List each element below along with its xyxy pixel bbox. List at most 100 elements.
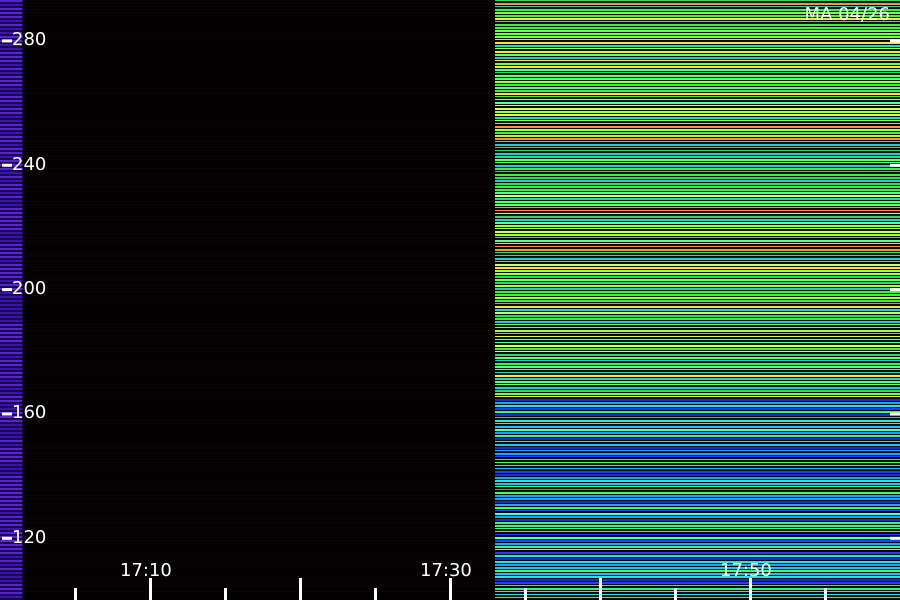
segment-low-stripe: [0, 84, 23, 86]
segment-low-stripe: [0, 224, 23, 226]
x-tick-label: 17:30: [420, 560, 472, 581]
segment-active-stripe: [495, 426, 900, 428]
segment-low-stripe: [0, 76, 23, 78]
segment-active-stripe: [495, 522, 900, 524]
segment-low-stripe: [0, 468, 23, 470]
segment-active-stripe: [495, 588, 900, 590]
spectrogram-plot: [0, 0, 900, 600]
y-tick-right-280: [890, 39, 900, 43]
segment-low-stripe: [0, 128, 23, 130]
x-tick-major: [149, 578, 152, 600]
segment-quiet-stripe: [22, 300, 495, 301]
segment-active-stripe: [495, 36, 900, 38]
segment-low-stripe: [0, 464, 23, 466]
segment-low-stripe: [0, 348, 23, 350]
x-tick-major: [599, 578, 602, 600]
segment-active-stripe: [495, 309, 900, 311]
segment-low-stripe: [0, 388, 23, 390]
segment-low-stripe: [0, 456, 23, 458]
segment-active-stripe: [495, 303, 900, 304]
segment-active-stripe: [495, 327, 900, 328]
segment-active-stripe: [495, 150, 900, 151]
segment-active-stripe: [495, 201, 900, 203]
segment-active-stripe: [495, 291, 900, 293]
segment-active-stripe: [495, 375, 900, 377]
segment-low-stripe: [0, 472, 23, 474]
segment-low-stripe: [0, 216, 23, 218]
segment-active-stripe: [495, 381, 900, 383]
segment-active-stripe: [495, 87, 900, 89]
segment-active-stripe: [495, 390, 900, 392]
segment-low-stripe: [0, 444, 23, 446]
segment-quiet-stripe: [22, 168, 495, 169]
segment-low-stripe: [0, 476, 23, 478]
segment-quiet-stripe: [22, 495, 495, 496]
segment-active-stripe: [495, 417, 900, 418]
segment-active-stripe: [495, 423, 900, 424]
segment-quiet-stripe: [22, 204, 495, 205]
segment-low-stripe: [0, 68, 23, 70]
y-tick-right-240: [890, 163, 900, 167]
segment-quiet-stripe: [22, 285, 495, 286]
segment-active-stripe: [495, 366, 900, 368]
segment-active-stripe: [495, 42, 900, 44]
segment-active-stripe: [495, 471, 900, 473]
segment-active-stripe: [495, 462, 900, 463]
segment-active-stripe: [495, 174, 900, 176]
segment-active-stripe: [495, 186, 900, 188]
segment-low-stripe: [0, 148, 23, 150]
segment-quiet-stripe: [22, 537, 495, 538]
segment-active-stripe: [495, 147, 900, 148]
segment-quiet-stripe: [22, 279, 495, 280]
segment-low-stripe: [0, 432, 23, 434]
segment-active-stripe: [495, 549, 900, 550]
segment-active-stripe: [495, 456, 900, 457]
segment-quiet-stripe: [22, 240, 495, 241]
segment-low-stripe: [0, 204, 23, 206]
segment-active-stripe: [495, 369, 900, 370]
y-tick-right-120: [890, 536, 900, 540]
segment-quiet-stripe: [22, 270, 495, 271]
segment-low-stripe: [0, 56, 23, 58]
segment-active-stripe: [495, 384, 900, 385]
y-tick-label-200: 200: [12, 278, 47, 300]
segment-low-stripe: [0, 20, 23, 22]
segment-active-stripe: [495, 264, 900, 266]
segment-active-stripe: [495, 501, 900, 503]
segment-low-stripe: [0, 376, 23, 378]
segment-low-stripe: [0, 460, 23, 462]
segment-active-stripe: [495, 531, 900, 532]
segment-low-stripe: [0, 384, 23, 386]
segment-low-stripe: [0, 132, 23, 134]
segment-active-stripe: [495, 336, 900, 337]
segment-active-stripe: [495, 348, 900, 350]
segment-low-stripe: [0, 108, 23, 110]
segment-active-stripe: [495, 39, 900, 40]
segment-active-stripe: [495, 177, 900, 179]
y-tick-label-240: 240: [12, 153, 47, 175]
segment-quiet-stripe: [22, 201, 495, 202]
segment-low-stripe: [0, 392, 23, 394]
segment-active-stripe: [495, 459, 900, 460]
segment-quiet-stripe: [22, 255, 495, 256]
x-tick-major: [299, 578, 302, 600]
segment-low-stripe: [0, 104, 23, 106]
segment-quiet-stripe: [22, 12, 495, 13]
segment-low-stripe: [0, 228, 23, 230]
segment-active-stripe: [495, 0, 900, 1]
segment-active-stripe: [495, 72, 900, 73]
segment-low-stripe: [0, 300, 23, 302]
segment-low-stripe: [0, 592, 23, 594]
segment-quiet-stripe: [22, 3, 495, 4]
segment-active-stripe: [495, 30, 900, 32]
segment-active-stripe: [495, 558, 900, 560]
segment-quiet-stripe: [22, 585, 495, 586]
segment-low-stripe: [0, 328, 23, 330]
segment-low-stripe: [0, 368, 23, 370]
x-tick-minor: [224, 588, 227, 600]
segment-active-stripe: [495, 447, 900, 449]
segment-quiet-stripe: [22, 291, 495, 292]
segment-active-stripe: [495, 156, 900, 158]
segment-quiet-stripe: [22, 489, 495, 490]
segment-low-stripe: [0, 428, 23, 430]
